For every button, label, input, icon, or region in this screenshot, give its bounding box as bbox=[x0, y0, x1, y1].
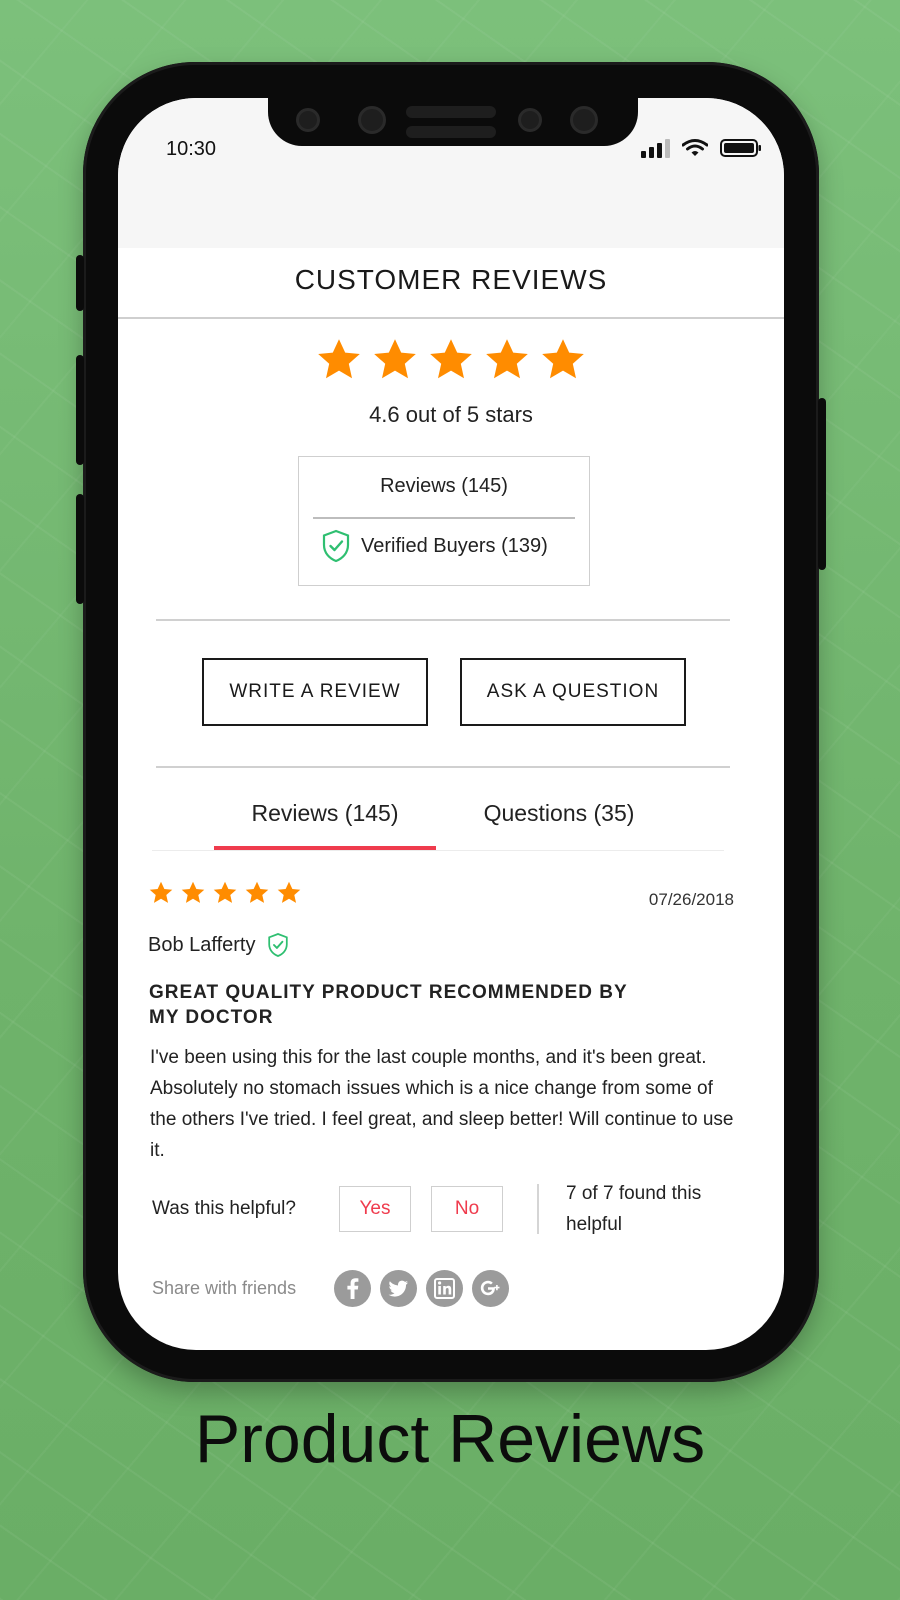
volume-up-button bbox=[76, 355, 84, 465]
notch bbox=[268, 98, 638, 146]
verified-buyers-label: Verified Buyers (139) bbox=[361, 534, 548, 557]
overall-rating-stars bbox=[118, 336, 784, 389]
ask-question-button[interactable]: ASK A QUESTION bbox=[460, 658, 686, 726]
star-icon bbox=[371, 336, 419, 389]
facebook-icon[interactable] bbox=[334, 1270, 371, 1307]
twitter-icon[interactable] bbox=[380, 1270, 417, 1307]
wifi-icon bbox=[682, 139, 708, 156]
linkedin-icon[interactable] bbox=[426, 1270, 463, 1307]
review-body: I've been using this for the last couple… bbox=[150, 1047, 734, 1161]
google-plus-icon[interactable] bbox=[472, 1270, 509, 1307]
helpful-count-line: helpful bbox=[566, 1214, 622, 1235]
helpful-count: 7 of 7 found this helpful bbox=[566, 1178, 736, 1240]
status-time: 10:30 bbox=[166, 138, 217, 160]
review-summary-box: Reviews (145) Verified Buyers (139) bbox=[298, 456, 590, 586]
helpful-count-line: 7 of 7 found this bbox=[566, 1183, 702, 1204]
review-title-line: GREAT QUALITY PRODUCT RECOMMENDED BY bbox=[149, 982, 628, 1003]
review-rating-stars bbox=[148, 880, 302, 911]
star-icon bbox=[180, 880, 206, 911]
review-title: GREAT QUALITY PRODUCT RECOMMENDED BY MY … bbox=[149, 980, 689, 1030]
star-icon bbox=[244, 880, 270, 911]
review-date: 07/26/2018 bbox=[648, 890, 734, 909]
star-icon bbox=[315, 336, 363, 389]
helpful-question: Was this helpful? bbox=[152, 1198, 296, 1219]
section-divider bbox=[156, 766, 730, 768]
page-title: CUSTOMER REVIEWS bbox=[294, 264, 608, 295]
star-icon bbox=[539, 336, 587, 389]
tabs-baseline bbox=[152, 850, 724, 851]
star-icon bbox=[148, 880, 174, 911]
summary-reviews-count: Reviews (145) bbox=[380, 475, 508, 497]
review-author-name: Bob Lafferty bbox=[148, 933, 256, 956]
review-title-line: MY DOCTOR bbox=[149, 1007, 274, 1028]
review-author: Bob Lafferty bbox=[148, 932, 289, 958]
helpful-divider bbox=[537, 1184, 539, 1234]
power-button bbox=[818, 398, 826, 570]
phone-frame: 10:30 CUSTOMER REVIEWS 4.6 out of 5 star… bbox=[76, 62, 826, 1382]
battery-icon bbox=[720, 139, 761, 157]
cellular-signal-icon bbox=[641, 138, 670, 158]
share-label: Share with friends bbox=[152, 1278, 297, 1298]
helpful-yes-button[interactable]: Yes bbox=[339, 1186, 411, 1232]
summary-verified-buyers: Verified Buyers (139) bbox=[321, 529, 548, 563]
star-icon bbox=[212, 880, 238, 911]
header-divider bbox=[118, 317, 784, 319]
caption-title: Product Reviews bbox=[194, 1401, 706, 1477]
active-tab-indicator bbox=[214, 846, 436, 850]
verified-shield-icon bbox=[322, 529, 350, 563]
star-icon bbox=[427, 336, 475, 389]
write-review-button[interactable]: WRITE A REVIEW bbox=[202, 658, 428, 726]
volume-down-button bbox=[76, 494, 84, 604]
rating-summary-text: 4.6 out of 5 stars bbox=[369, 402, 533, 427]
star-icon bbox=[276, 880, 302, 911]
summary-divider bbox=[313, 517, 575, 519]
phone-screen: 10:30 CUSTOMER REVIEWS 4.6 out of 5 star… bbox=[118, 98, 784, 1350]
status-bar: 10:30 bbox=[118, 98, 784, 248]
status-icons bbox=[641, 138, 762, 158]
helpful-no-button[interactable]: No bbox=[431, 1186, 503, 1232]
tab-reviews[interactable]: Reviews (145) bbox=[214, 800, 436, 827]
verified-shield-icon bbox=[268, 933, 289, 957]
share-icons bbox=[334, 1270, 509, 1307]
mute-switch bbox=[76, 255, 84, 311]
tab-questions[interactable]: Questions (35) bbox=[448, 800, 670, 827]
star-icon bbox=[483, 336, 531, 389]
section-divider bbox=[156, 619, 730, 621]
